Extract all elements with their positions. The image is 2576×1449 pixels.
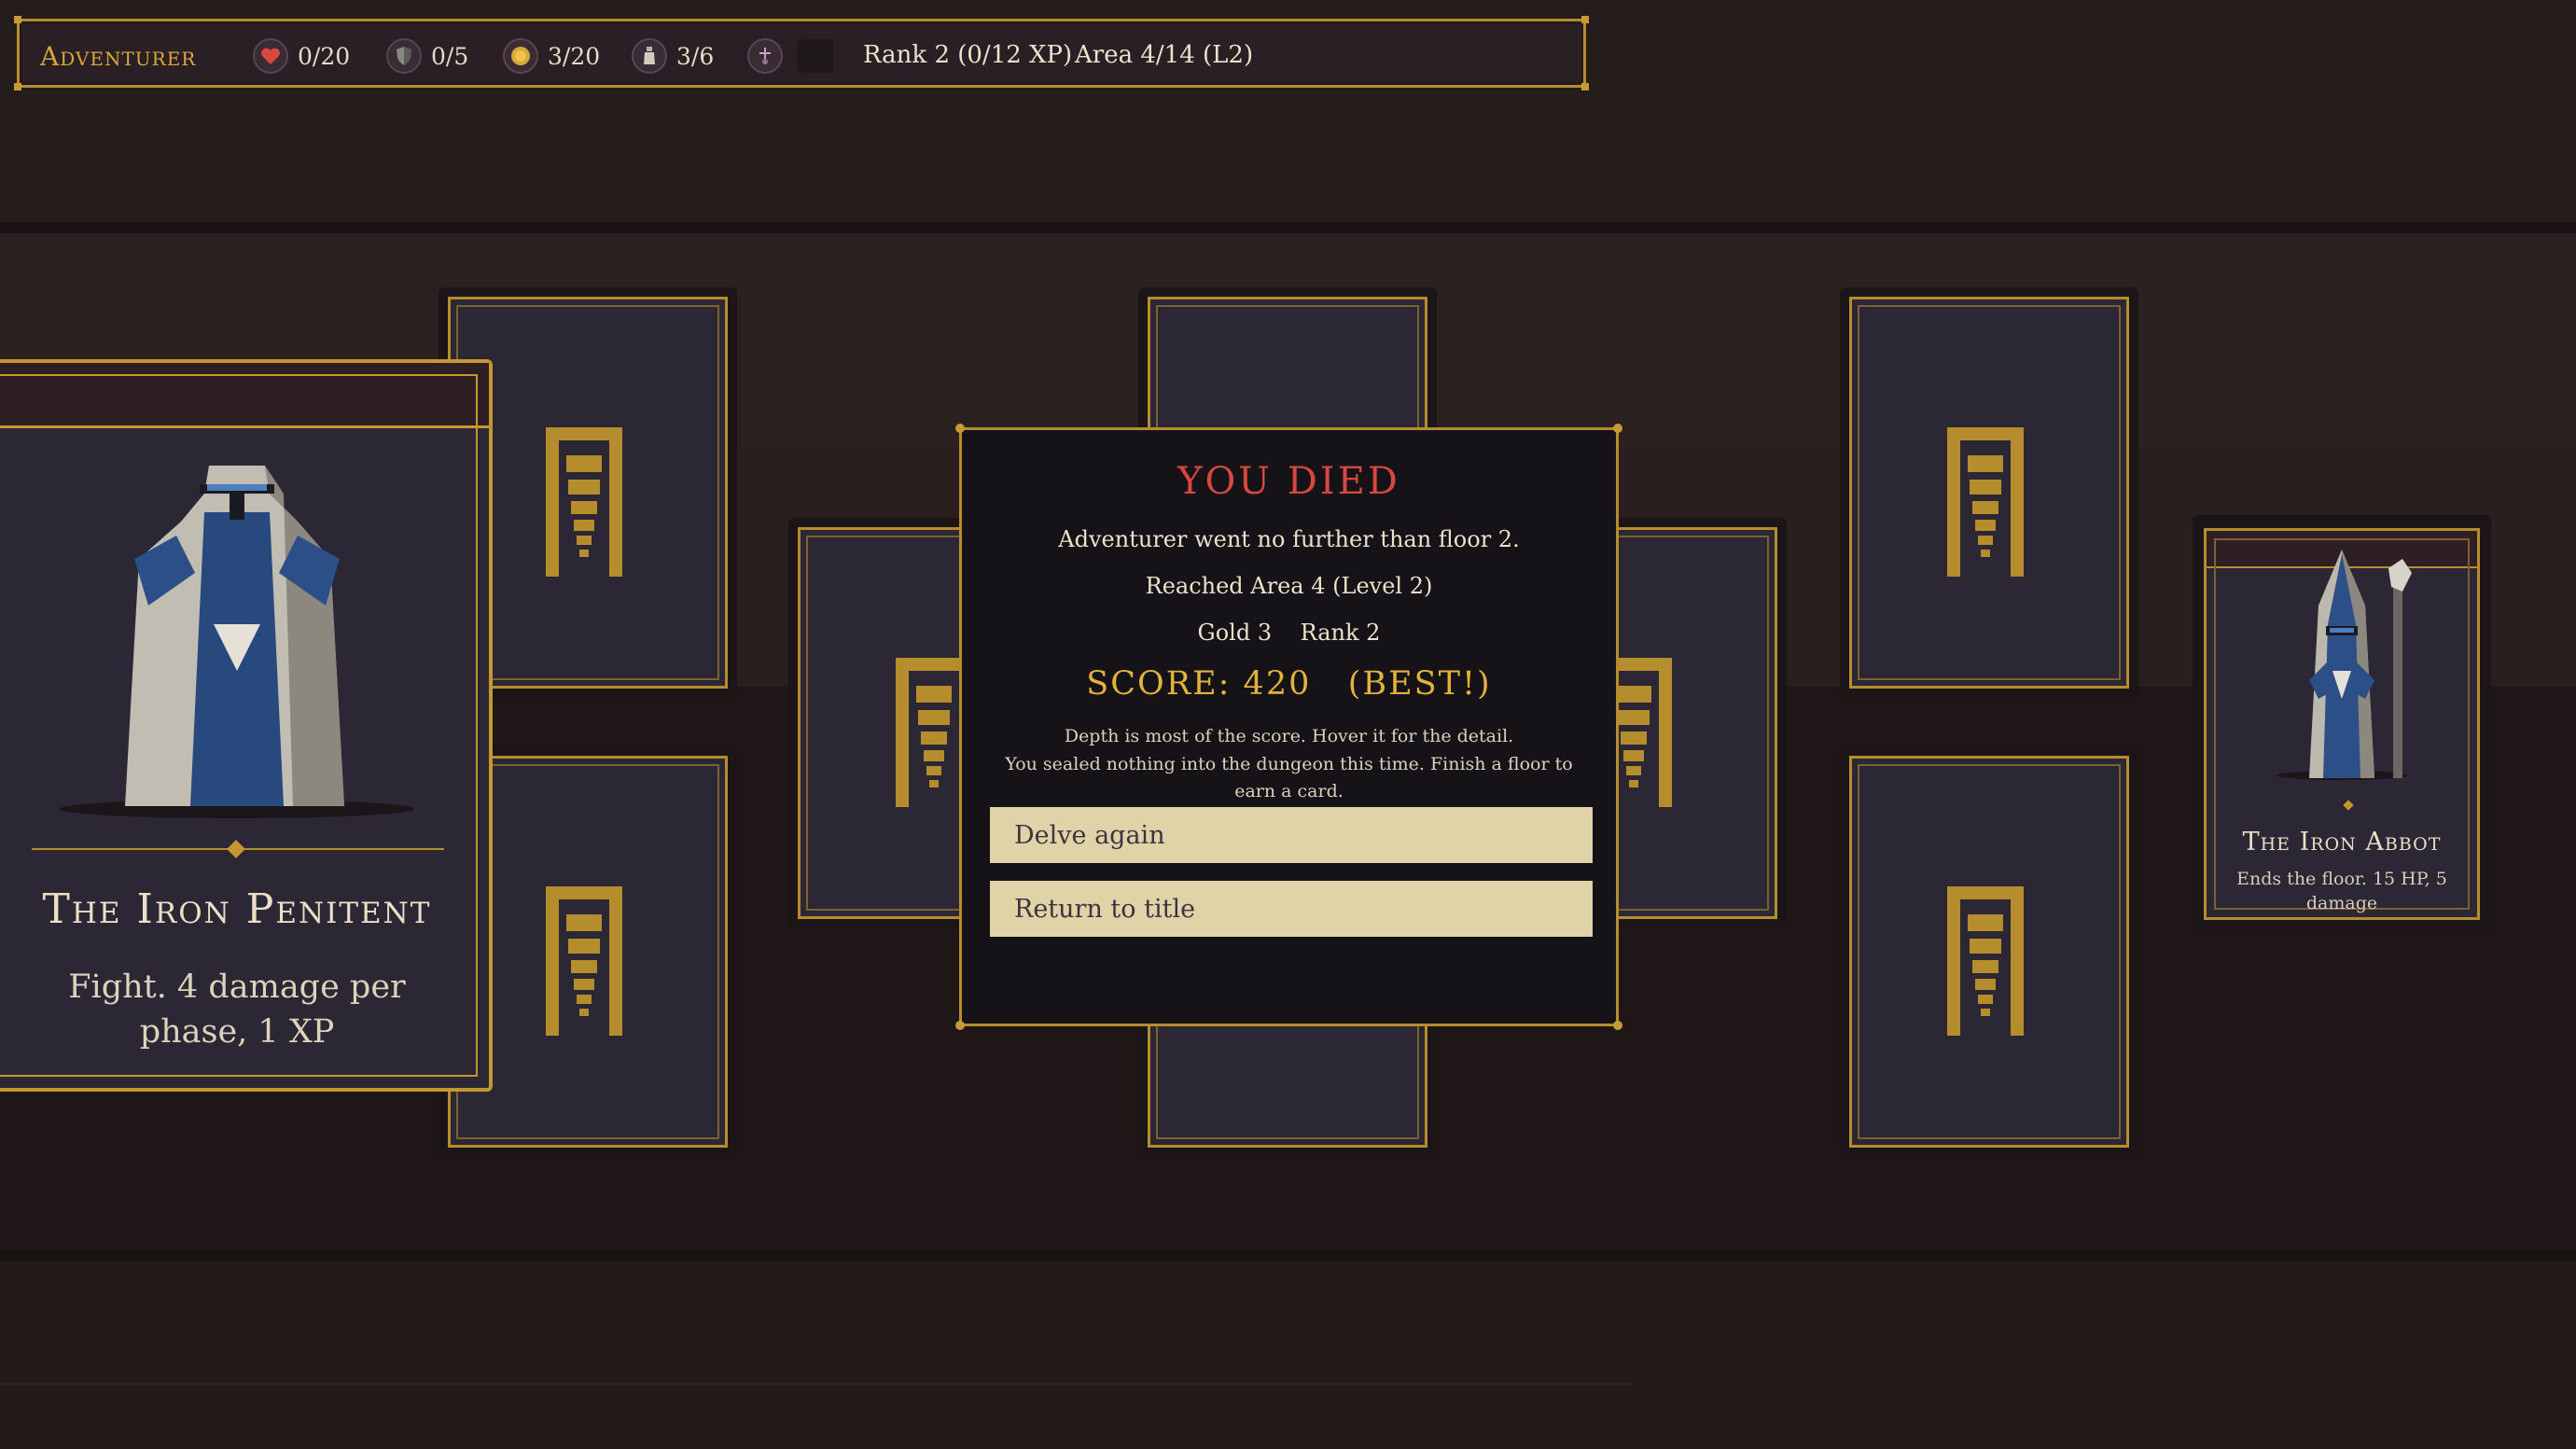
dialog-corner [1613, 424, 1622, 433]
backdrop-bottom [0, 1261, 2576, 1449]
relic-icon [747, 38, 783, 74]
backdrop-divider [0, 1250, 2576, 1261]
boss-card-description: Ends the floor. 15 HP, 5 damage [2236, 869, 2447, 913]
hud-corner [14, 83, 21, 91]
dialog-corner [1613, 1021, 1622, 1030]
health-stat: 0/20 [253, 37, 350, 75]
dialog-corner [955, 1021, 965, 1030]
gold-value: 3/20 [548, 42, 601, 70]
hud-corner [14, 16, 21, 23]
score-hint: Depth is most of the score. Hover it for… [1064, 726, 1514, 746]
potion-icon [632, 38, 667, 74]
gold-stat: 3/20 [503, 37, 600, 75]
boss-card-name: The Iron Abbot [2242, 828, 2442, 857]
face-down-card[interactable] [1840, 287, 2138, 698]
score-display[interactable]: SCORE: 420 (BEST!) [962, 665, 1616, 703]
relic-slot [747, 37, 833, 75]
area-reached: Reached Area 4 (Level 2) [1145, 573, 1433, 599]
run-stats: Gold 3 Rank 2 [962, 620, 1616, 646]
backdrop-divider [0, 222, 2576, 233]
rank-total: Rank 2 [1300, 620, 1381, 646]
return-to-title-button[interactable]: Return to title [990, 881, 1593, 937]
game-board: Adventurer 0/20 0/5 3/20 3/6 Rank 2 (0/1… [0, 0, 2576, 1449]
rank-label: Rank 2 (0/12 XP) [863, 41, 1073, 69]
stairs-icon [1947, 886, 2024, 1036]
hud-corner [1581, 83, 1589, 91]
potion-value: 3/6 [676, 42, 715, 70]
stairs-icon [546, 427, 622, 577]
featured-card[interactable]: The Iron Penitent Fight. 4 damage per ph… [0, 359, 493, 1092]
sealed-note: You sealed nothing into the dungeon this… [1005, 754, 1573, 801]
best-badge: (BEST!) [1347, 665, 1492, 703]
boss-card[interactable]: The Iron Abbot Ends the floor. 15 HP, 5 … [2193, 515, 2491, 933]
health-value: 0/20 [298, 42, 351, 70]
potion-stat: 3/6 [632, 37, 714, 75]
stairs-icon [546, 886, 622, 1036]
empty-relic-slot [798, 39, 833, 73]
dialog-corner [955, 424, 965, 433]
delve-again-button[interactable]: Delve again [990, 807, 1593, 863]
face-down-card[interactable] [1840, 746, 2138, 1157]
stairs-icon [1947, 427, 2024, 577]
backdrop-line [0, 1383, 1633, 1386]
death-dialog: YOU DIED Adventurer went no further than… [955, 424, 1622, 1030]
abbot-portrait-icon [2277, 550, 2412, 780]
dialog-title: YOU DIED [1177, 460, 1400, 503]
score-value: SCORE: 420 [1086, 665, 1312, 703]
featured-card-name: The Iron Penitent [42, 885, 432, 933]
armor-value: 0/5 [431, 42, 469, 70]
featured-card-description: Fight. 4 damage per phase, 1 XP [68, 968, 406, 1051]
penitent-portrait-icon [60, 466, 414, 818]
heart-icon [253, 38, 288, 74]
status-bar: Adventurer 0/20 0/5 3/20 3/6 Rank 2 (0/1… [14, 16, 1589, 91]
character-name: Adventurer [40, 41, 197, 72]
death-summary: Adventurer went no further than floor 2. [1058, 526, 1520, 552]
area-label: Area 4/14 (L2) [1075, 41, 1254, 69]
coin-icon [503, 38, 538, 74]
shield-icon [386, 38, 422, 74]
gold-total: Gold 3 [1197, 620, 1273, 646]
hud-corner [1581, 16, 1589, 23]
armor-stat: 0/5 [386, 37, 468, 75]
